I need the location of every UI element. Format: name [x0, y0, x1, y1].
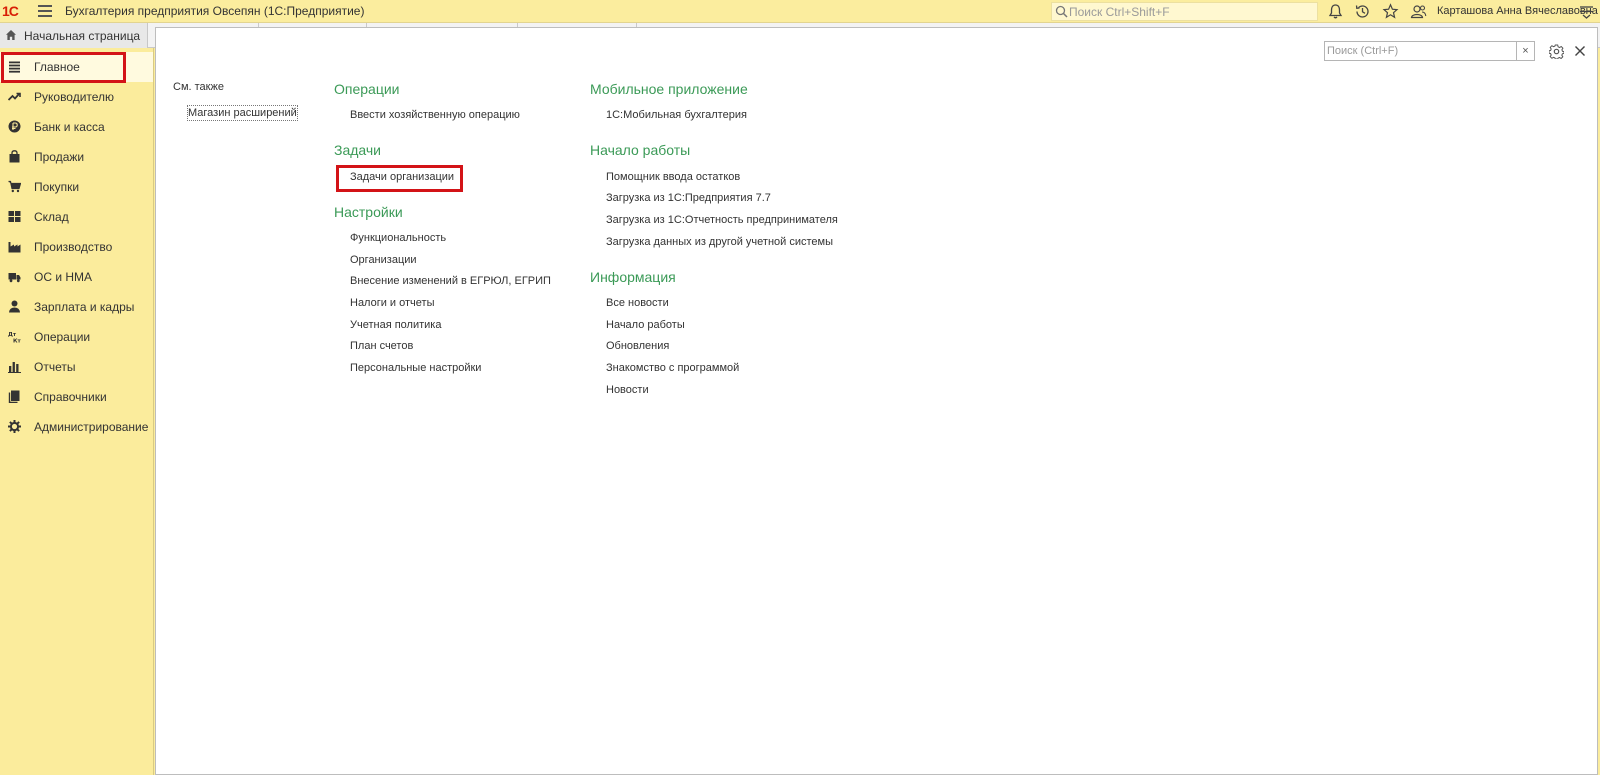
sidebar-item-label: Производство: [34, 240, 113, 254]
link-news[interactable]: Новости: [606, 384, 649, 396]
sidebar-item-label: Справочники: [34, 390, 107, 404]
link-enter-operation[interactable]: Ввести хозяйственную операцию: [350, 109, 520, 121]
sidebar-item-assets[interactable]: ОС и НМА: [0, 262, 153, 292]
link-getting-started[interactable]: Начало работы: [606, 319, 685, 331]
sidebar-item-manager[interactable]: Руководителю: [0, 82, 153, 112]
link-accounting-policy[interactable]: Учетная политика: [350, 319, 441, 331]
link-all-news[interactable]: Все новости: [606, 297, 669, 309]
search-icon: [1055, 5, 1068, 18]
svg-text:Дт: Дт: [8, 332, 17, 338]
sidebar-item-salary[interactable]: Зарплата и кадры: [0, 292, 153, 322]
highlight-frame-main: [1, 52, 126, 83]
sidebar-item-label: Банк и касса: [34, 120, 105, 134]
factory-icon: [8, 242, 21, 253]
star-icon[interactable]: [1382, 3, 1399, 20]
main-menu-icon[interactable]: [38, 5, 52, 17]
section-title-operations: Операции: [334, 81, 400, 97]
tab-home-label: Начальная страница: [24, 29, 141, 43]
gear-icon: [8, 420, 21, 433]
sidebar-item-warehouse[interactable]: Склад: [0, 202, 153, 232]
section-title-settings: Настройки: [334, 204, 403, 220]
close-icon[interactable]: [1574, 45, 1586, 57]
section-title-info: Информация: [590, 269, 676, 285]
sidebar-item-label: Продажи: [34, 150, 85, 164]
cart-icon: [8, 180, 21, 193]
sidebar-item-operations[interactable]: Дт Кт Операции: [0, 322, 153, 352]
link-taxes-reports[interactable]: Налоги и отчеты: [350, 297, 434, 309]
section-title-mobile: Мобильное приложение: [590, 81, 748, 97]
section-title-tasks: Задачи: [334, 142, 382, 158]
gear-icon[interactable]: [1549, 44, 1564, 59]
sidebar-item-production[interactable]: Производство: [0, 232, 153, 262]
trend-icon: [8, 92, 21, 101]
highlight-frame-tasks: [336, 165, 463, 192]
sidebar-item-label: ОС и НМА: [34, 270, 93, 284]
app-title: Бухгалтерия предприятия Овсепян (1С:Пред…: [65, 4, 365, 18]
home-icon: [6, 30, 16, 40]
bag-icon: [9, 150, 20, 163]
user-icon[interactable]: [1410, 3, 1427, 20]
panel-search[interactable]: [1324, 41, 1517, 61]
panel-search-input[interactable]: [1327, 43, 1509, 59]
global-search[interactable]: [1051, 2, 1318, 21]
person-icon: [9, 300, 20, 313]
settings-menu-icon[interactable]: [1578, 3, 1595, 20]
sidebar-item-label: Склад: [34, 210, 69, 224]
sidebar-item-label: Отчеты: [34, 360, 76, 374]
sidebar-item-label: Покупки: [34, 180, 80, 194]
sidebar-item-label: Руководителю: [34, 90, 115, 104]
sidebar-item-label: Операции: [34, 330, 91, 344]
tab-home[interactable]: Начальная страница: [0, 23, 148, 48]
svg-text:Кт: Кт: [13, 339, 21, 344]
sidebar-item-label: Администрирование: [34, 420, 149, 434]
bell-icon[interactable]: [1327, 3, 1344, 20]
link-functionality[interactable]: Функциональность: [350, 232, 446, 244]
link-program-intro[interactable]: Знакомство с программой: [606, 362, 739, 374]
truck-icon: [8, 273, 21, 283]
link-balances-assistant[interactable]: Помощник ввода остатков: [606, 171, 740, 183]
history-icon[interactable]: [1354, 3, 1371, 20]
sidebar-item-reports[interactable]: Отчеты: [0, 352, 153, 382]
main-panel: × См. также Магазин расширений Операции …: [155, 27, 1598, 775]
link-mobile-accounting[interactable]: 1С:Мобильная бухгалтерия: [606, 109, 747, 121]
link-personal-settings[interactable]: Персональные настройки: [350, 362, 481, 374]
chart-icon: [8, 362, 21, 373]
link-updates[interactable]: Обновления: [606, 340, 669, 352]
link-egrul-changes[interactable]: Внесение изменений в ЕГРЮЛ, ЕГРИП: [350, 275, 551, 287]
sidebar-item-bank[interactable]: Банк и касса: [0, 112, 153, 142]
sidebar-item-label: Зарплата и кадры: [34, 300, 135, 314]
grid-icon: [8, 211, 21, 222]
extensions-shop-link[interactable]: Магазин расширений: [187, 105, 298, 121]
app-logo: 1С: [2, 3, 19, 19]
sidebar-item-sales[interactable]: Продажи: [0, 142, 153, 172]
section-title-start: Начало работы: [590, 142, 691, 158]
global-search-input[interactable]: [1069, 4, 1313, 19]
operations-icon: Дт Кт: [8, 332, 21, 344]
see-also-label: См. также: [173, 81, 224, 93]
top-bar: 1С Бухгалтерия предприятия Овсепян (1С:П…: [0, 0, 1600, 23]
search-clear-button[interactable]: ×: [1517, 41, 1535, 61]
book-icon: [8, 390, 20, 403]
sidebar-item-directories[interactable]: Справочники: [0, 382, 153, 412]
sidebar-item-purchases[interactable]: Покупки: [0, 172, 153, 202]
user-name[interactable]: Карташова Анна Вячеславовна: [1437, 5, 1598, 17]
link-import-other[interactable]: Загрузка данных из другой учетной систем…: [606, 236, 833, 248]
sections-panel: Главное Руководителю Банк и касса Продаж…: [0, 48, 154, 775]
sidebar-item-administration[interactable]: Администрирование: [0, 412, 153, 442]
link-organizations[interactable]: Организации: [350, 254, 417, 266]
ruble-icon: [8, 120, 21, 133]
link-import-77[interactable]: Загрузка из 1С:Предприятия 7.7: [606, 192, 771, 204]
link-chart-of-accounts[interactable]: План счетов: [350, 340, 413, 352]
link-import-entrepreneur[interactable]: Загрузка из 1С:Отчетность предпринимател…: [606, 214, 838, 226]
